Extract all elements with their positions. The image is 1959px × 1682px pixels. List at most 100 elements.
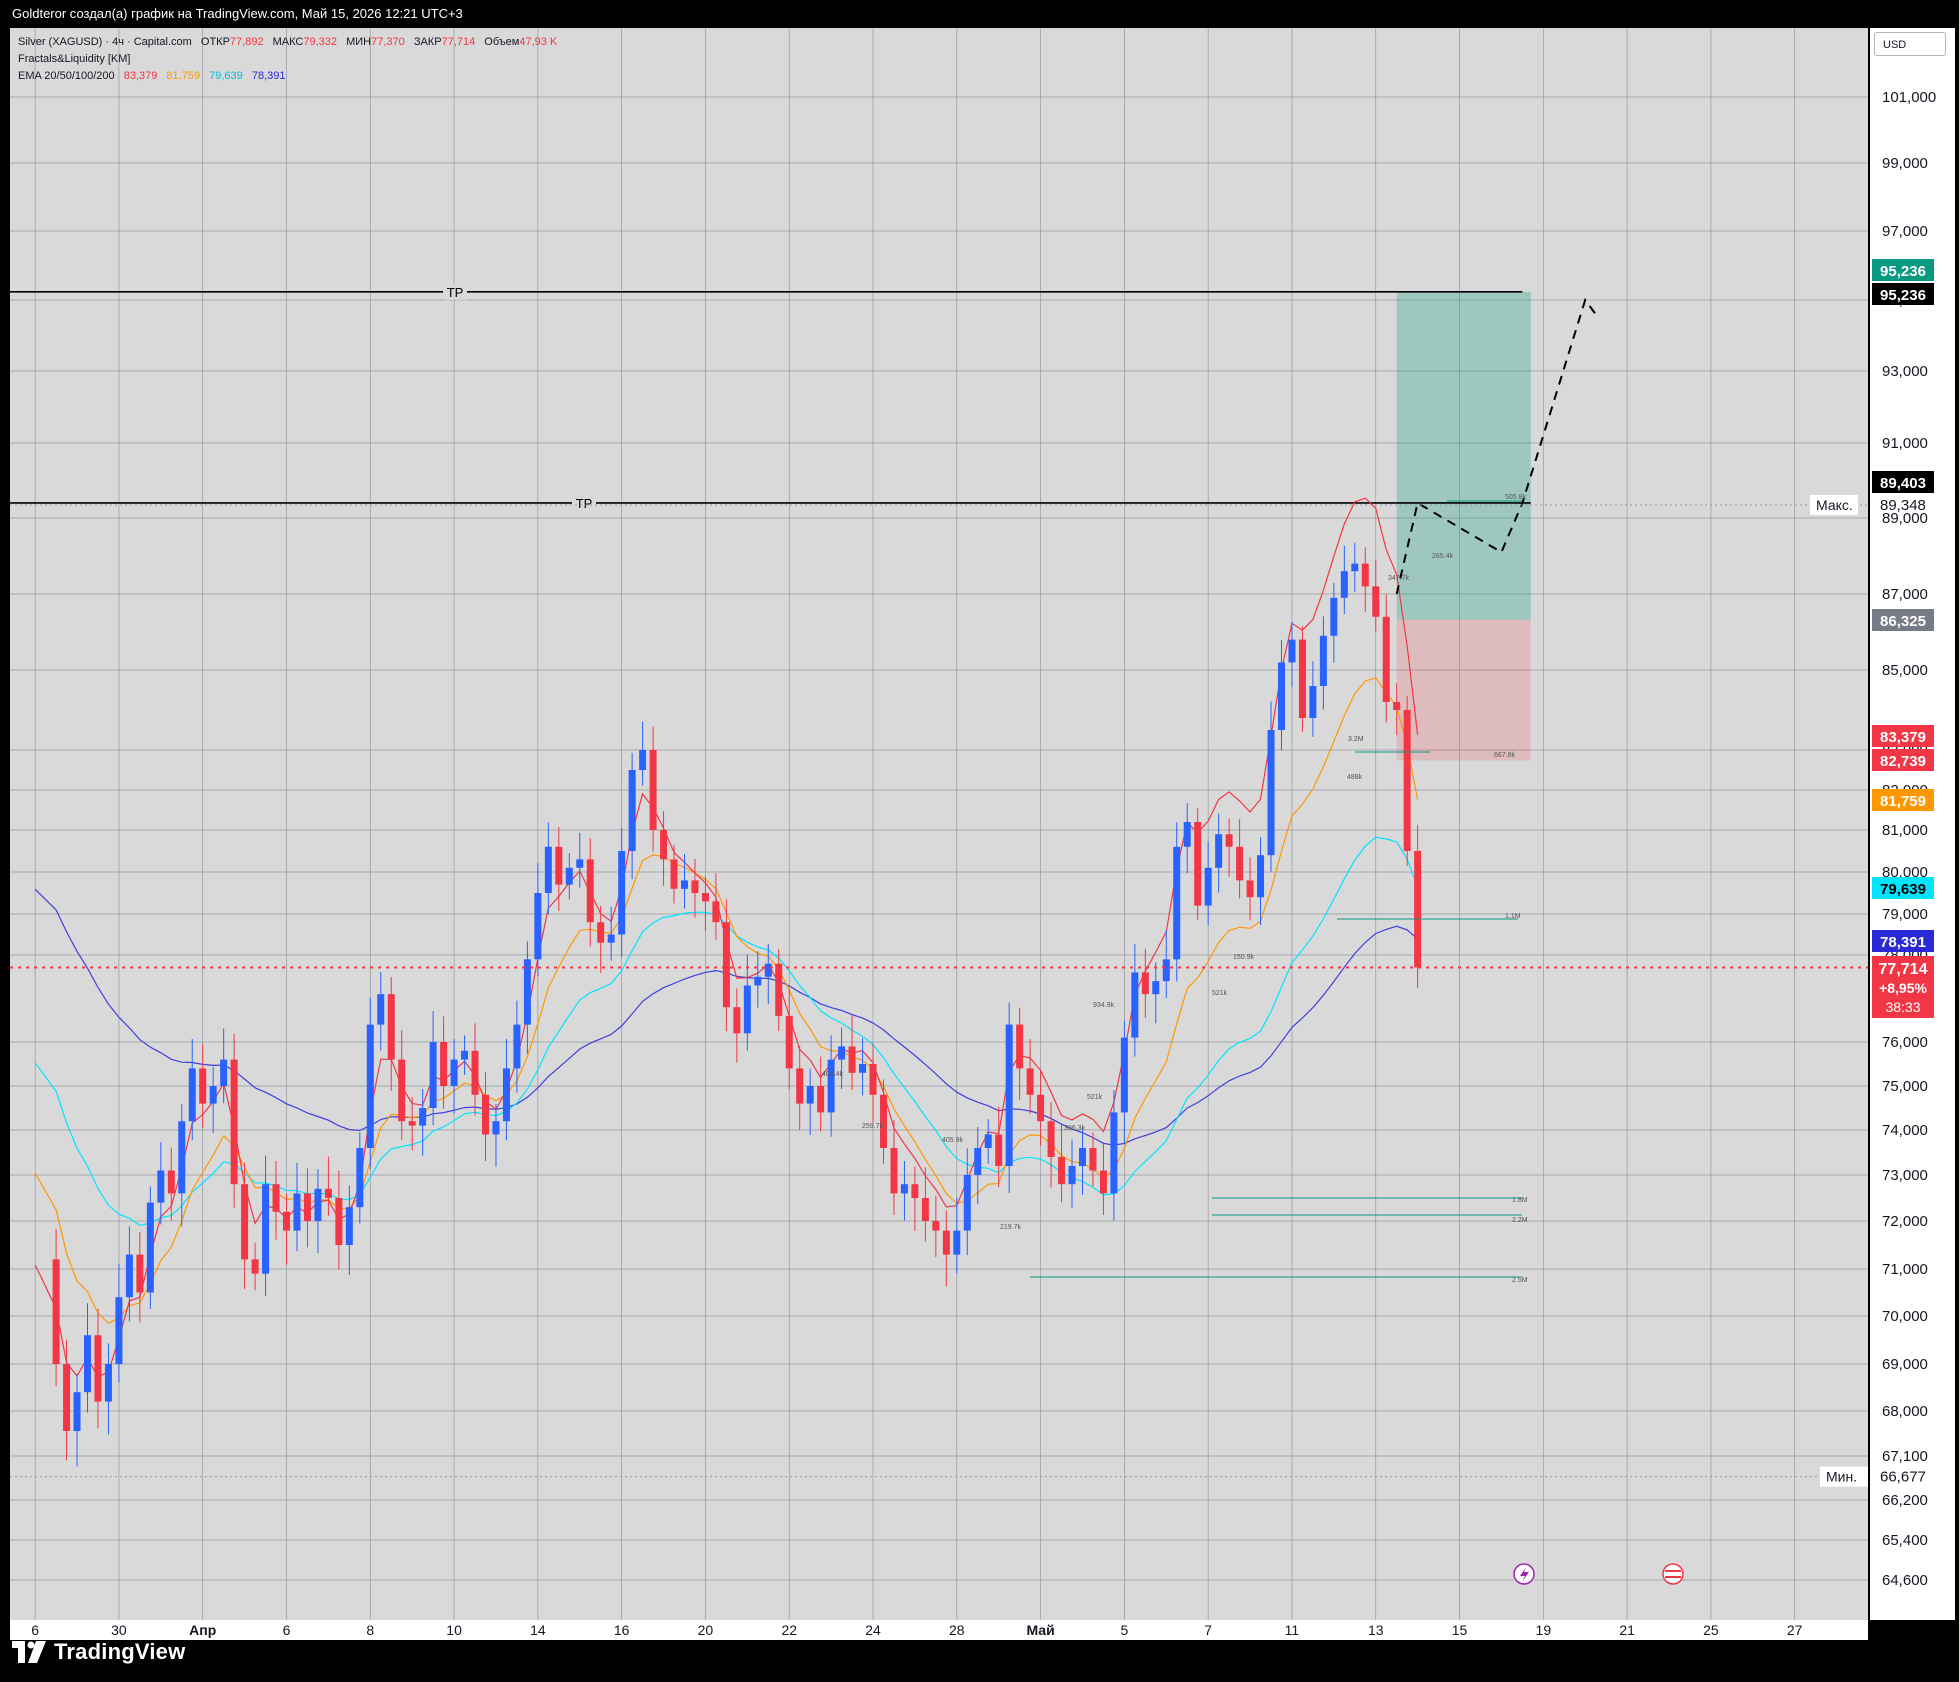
- candle-body: [722, 922, 730, 1008]
- x-tick-label: 19: [1536, 1622, 1552, 1638]
- x-tick-label: 16: [614, 1622, 630, 1638]
- y-tick-label: 69,000: [1882, 1356, 1928, 1373]
- candle-body: [1414, 851, 1422, 968]
- x-tick-label: 14: [530, 1622, 546, 1638]
- plot-area: [10, 28, 1868, 1620]
- candle-body: [869, 1064, 877, 1095]
- candle-body: [84, 1335, 92, 1393]
- candle-body: [220, 1059, 228, 1086]
- flag-stripe: [1665, 1570, 1681, 1572]
- candle-body: [1393, 702, 1401, 710]
- x-tick-label: 28: [949, 1622, 965, 1638]
- candle-body: [188, 1068, 196, 1122]
- candle-body: [251, 1259, 259, 1274]
- low-value: 77,370: [371, 36, 405, 48]
- x-tick-label: 24: [865, 1622, 881, 1638]
- liquidity-label: 219.7k: [1000, 1224, 1022, 1231]
- candle-body: [1047, 1121, 1055, 1157]
- y-tick-label: 93,000: [1882, 363, 1928, 380]
- y-tick-label: 97,000: [1882, 223, 1928, 240]
- candle-body: [1340, 571, 1348, 598]
- liquidity-label: 306.3k: [1064, 1125, 1086, 1132]
- candle-body: [1288, 639, 1296, 663]
- candle-body: [492, 1121, 500, 1135]
- us-flag-event-icon: [1662, 1563, 1684, 1585]
- liquidity-label: 667.8k: [1494, 752, 1516, 759]
- candle-body: [942, 1230, 950, 1255]
- candle-body: [827, 1059, 835, 1113]
- candle-body: [1089, 1148, 1097, 1171]
- candle-body: [408, 1121, 416, 1126]
- y-tick-label: 87,000: [1882, 586, 1928, 603]
- open-label: ОТКР: [200, 36, 230, 48]
- candle-body: [1351, 563, 1359, 572]
- x-tick-label: 20: [698, 1622, 714, 1638]
- tradingview-logo[interactable]: TradingView: [12, 1636, 185, 1668]
- indicator-fractals[interactable]: Fractals&Liquidity [KM]: [18, 51, 557, 68]
- chart-canvas[interactable]: 101,00099,00097,00095,00093,00091,00089,…: [0, 0, 1959, 1682]
- candle-body: [963, 1175, 971, 1231]
- candle-body: [230, 1059, 238, 1185]
- candle-body: [1194, 822, 1202, 906]
- ema100-value: 79,639: [209, 70, 243, 82]
- candle-body: [701, 893, 709, 902]
- max-label: Макс.: [1816, 497, 1853, 513]
- candle-body: [366, 1024, 374, 1148]
- candle-body: [806, 1086, 814, 1104]
- candle-body: [1162, 959, 1170, 982]
- y-tick-label: 76,000: [1882, 1034, 1928, 1051]
- candle-body: [167, 1170, 175, 1194]
- candle-body: [356, 1148, 364, 1208]
- candle-body: [932, 1221, 940, 1231]
- candle-body: [1141, 972, 1149, 995]
- x-tick-label: 8: [366, 1622, 374, 1638]
- candle-body: [974, 1148, 982, 1175]
- candle-body: [1267, 730, 1275, 856]
- candle-body: [1037, 1094, 1045, 1122]
- candle-body: [471, 1050, 479, 1095]
- candle-body: [921, 1198, 929, 1221]
- price-badge-label: 95,236: [1880, 287, 1926, 304]
- symbol-title: Silver (XAGUSD) · 4ч · Capital.com: [18, 36, 192, 48]
- y-tick-label: 72,000: [1882, 1213, 1928, 1230]
- candle-body: [680, 880, 688, 889]
- tradingview-logo-icon: [12, 1641, 46, 1663]
- candle-body: [429, 1042, 437, 1108]
- candle-body: [586, 859, 594, 923]
- candle-body: [639, 750, 647, 770]
- candle-body: [481, 1094, 489, 1135]
- candle-body: [1131, 972, 1139, 1038]
- candle-body: [63, 1364, 71, 1431]
- y-tick-label: 99,000: [1882, 155, 1928, 172]
- candle-body: [785, 1015, 793, 1069]
- candle-body: [597, 922, 605, 943]
- candle-body: [1246, 880, 1254, 898]
- y-tick-label: 73,000: [1882, 1167, 1928, 1184]
- y-tick-label: 70,000: [1882, 1308, 1928, 1325]
- indicator-ema[interactable]: EMA 20/50/100/200 83,379 81,759 79,639 7…: [18, 68, 557, 85]
- candle-body: [146, 1202, 154, 1293]
- candle-body: [314, 1188, 322, 1221]
- liquidity-label: 347.7k: [1388, 575, 1410, 582]
- candle-body: [754, 976, 762, 986]
- min-label: Мин.: [1826, 1469, 1857, 1485]
- candle-body: [576, 859, 584, 868]
- candle-body: [136, 1254, 144, 1293]
- candle-body: [1005, 1024, 1013, 1166]
- candle-body: [115, 1297, 123, 1364]
- candle-body: [1173, 846, 1181, 960]
- candle-body: [104, 1364, 112, 1402]
- candle-body: [817, 1086, 825, 1113]
- candle-body: [743, 985, 751, 1034]
- liquidity-label: 934.9k: [1093, 1002, 1115, 1009]
- liquidity-label: 404.4k: [822, 1071, 844, 1078]
- candle-body: [764, 963, 772, 977]
- liquidity-label: 405.9k: [942, 1137, 964, 1144]
- symbol-row[interactable]: Silver (XAGUSD) · 4ч · Capital.com ОТКР 7…: [18, 34, 557, 51]
- loss-zone: [1396, 619, 1531, 761]
- currency-button[interactable]: USD: [1874, 32, 1946, 56]
- y-tick-label: 71,000: [1882, 1261, 1928, 1278]
- candle-body: [209, 1086, 217, 1104]
- profit-zone: [1396, 291, 1531, 620]
- candle-body: [1330, 597, 1338, 636]
